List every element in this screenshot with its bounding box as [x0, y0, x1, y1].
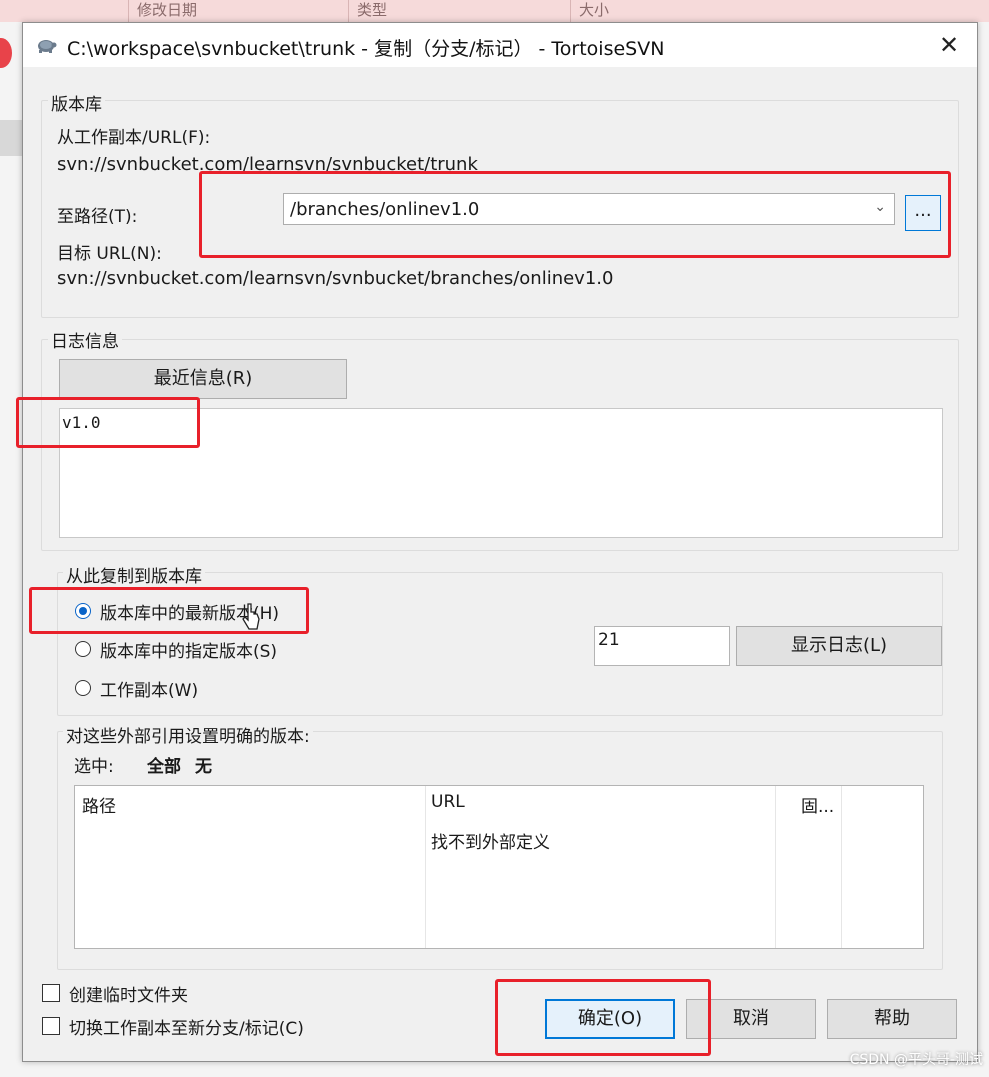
revision-input[interactable]: 21	[594, 626, 730, 666]
title-bar: C:\workspace\svnbucket\trunk - 复制（分支/标记）…	[23, 23, 977, 67]
radio-specific-revision[interactable]: 版本库中的指定版本(S)	[75, 637, 335, 663]
copy-from-group-label: 从此复制到版本库	[63, 562, 205, 587]
externals-table[interactable]: 路径 URL 固... 找不到外部定义	[74, 785, 924, 949]
select-none-link[interactable]: 无	[195, 752, 212, 777]
column-divider	[775, 786, 776, 948]
column-header-fixed[interactable]: 固...	[801, 792, 834, 817]
column-divider	[841, 786, 842, 948]
create-temp-folder-box[interactable]	[42, 984, 60, 1002]
column-header-path[interactable]: 路径	[82, 792, 116, 817]
highlight-ok-button	[495, 979, 711, 1056]
bg-column-modified: 修改日期	[128, 0, 355, 22]
target-url-label: 目标 URL(N):	[57, 244, 162, 264]
window-title: C:\workspace\svnbucket\trunk - 复制（分支/标记）…	[67, 38, 665, 60]
bg-column-type: 类型	[348, 0, 577, 22]
revision-value: 21	[598, 630, 620, 650]
select-all-link[interactable]: 全部	[147, 752, 181, 777]
log-group-label: 日志信息	[48, 327, 122, 352]
background-red-badge	[0, 38, 12, 68]
externals-group-label: 对这些外部引用设置明确的版本:	[63, 722, 313, 747]
switch-working-copy-box[interactable]	[42, 1017, 60, 1035]
select-label: 选中:	[74, 757, 114, 777]
background-column-header: 修改日期 类型 大小	[0, 0, 989, 22]
highlight-head-revision	[29, 587, 309, 634]
target-url-value: svn://svnbucket.com/learnsvn/svnbucket/b…	[57, 268, 614, 289]
background-selection-bar	[0, 120, 22, 156]
to-path-label: 至路径(T):	[57, 207, 138, 227]
repository-group-label: 版本库	[48, 90, 105, 115]
show-log-button[interactable]: 显示日志(L)	[736, 626, 942, 666]
bg-column-size: 大小	[570, 0, 779, 22]
from-url-label: 从工作副本/URL(F):	[57, 128, 211, 148]
radio-working-copy[interactable]: 工作副本(W)	[75, 676, 275, 702]
create-temp-folder-checkbox[interactable]: 创建临时文件夹	[42, 981, 242, 1007]
tortoise-icon	[38, 40, 57, 53]
switch-working-copy-checkbox[interactable]: 切换工作副本至新分支/标记(C)	[42, 1014, 362, 1040]
mouse-pointer-icon	[242, 603, 260, 630]
help-button[interactable]: 帮助	[827, 999, 957, 1039]
radio-working-copy-label: 工作副本(W)	[100, 681, 199, 701]
highlight-log-message	[16, 397, 200, 448]
watermark: CSDN @平头哥-测试	[849, 1052, 983, 1068]
recent-messages-button[interactable]: 最近信息(R)	[59, 359, 347, 399]
column-header-url[interactable]: URL	[431, 792, 465, 812]
column-divider	[425, 786, 426, 948]
switch-working-copy-label: 切换工作副本至新分支/标记(C)	[69, 1019, 304, 1039]
create-temp-folder-label: 创建临时文件夹	[69, 986, 188, 1006]
radio-specific-indicator[interactable]	[75, 641, 91, 657]
radio-specific-label: 版本库中的指定版本(S)	[100, 642, 278, 662]
highlight-to-path	[199, 171, 951, 258]
close-button[interactable]: ✕	[929, 29, 969, 61]
radio-working-copy-indicator[interactable]	[75, 680, 91, 696]
empty-externals-message: 找不到外部定义	[431, 833, 550, 853]
